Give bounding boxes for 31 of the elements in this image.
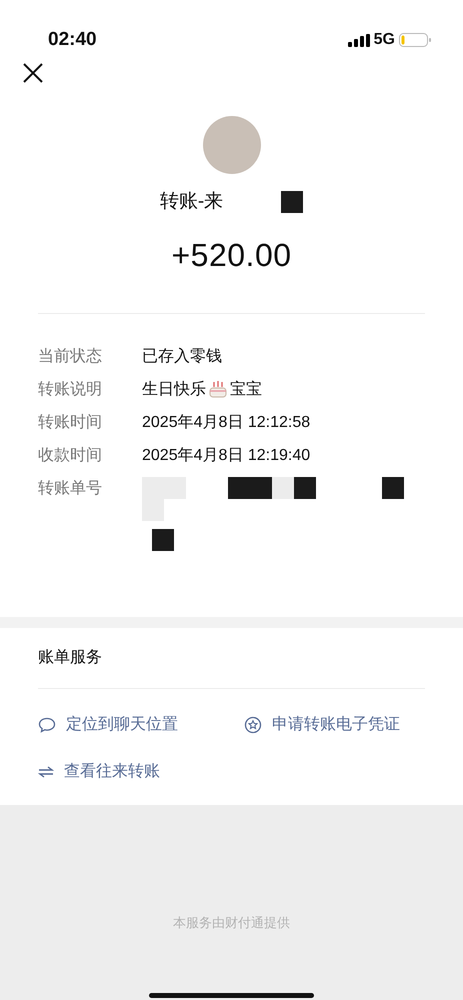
redaction-block bbox=[152, 528, 174, 550]
redaction-block bbox=[382, 476, 404, 498]
detail-value: 生日快乐 bbox=[142, 380, 206, 400]
detail-label: 转账单号 bbox=[38, 478, 103, 498]
network-type: 5G bbox=[374, 30, 395, 50]
service-link[interactable]: 定位到聊天位置 bbox=[38, 701, 244, 748]
detail-value: 2025年4月8日 12:12:58 bbox=[142, 412, 310, 432]
transfer-title: 转账-来 bbox=[160, 190, 224, 214]
footer-text: 本服务由财付通提供 bbox=[172, 914, 291, 932]
detail-value: 宝宝 bbox=[230, 380, 262, 400]
detail-label: 收款时间 bbox=[38, 446, 103, 466]
amount-text: +520.00 bbox=[170, 236, 293, 274]
redaction-block bbox=[281, 191, 304, 214]
battery-icon bbox=[399, 33, 431, 47]
service-link[interactable]: 查看往来转账 bbox=[38, 748, 160, 795]
star-badge-icon bbox=[244, 716, 262, 734]
close-icon[interactable] bbox=[22, 62, 44, 84]
cake-icon bbox=[208, 379, 228, 399]
home-indicator[interactable] bbox=[149, 992, 314, 998]
redaction-block bbox=[294, 476, 316, 498]
swap-arrows-icon bbox=[38, 766, 54, 778]
detail-label: 当前状态 bbox=[38, 346, 103, 366]
detail-label: 转账时间 bbox=[38, 412, 103, 432]
service-link[interactable]: 申请转账电子凭证 bbox=[244, 701, 400, 748]
detail-label: 转账说明 bbox=[38, 380, 103, 400]
detail-value: 2025年4月8日 12:19:40 bbox=[142, 446, 310, 466]
detail-value: 已存入零钱 bbox=[142, 346, 222, 366]
signal-icon bbox=[348, 34, 370, 46]
speech-bubble-icon bbox=[38, 716, 56, 732]
status-time: 02:40 bbox=[48, 28, 97, 52]
section-title: 账单服务 bbox=[38, 648, 103, 668]
